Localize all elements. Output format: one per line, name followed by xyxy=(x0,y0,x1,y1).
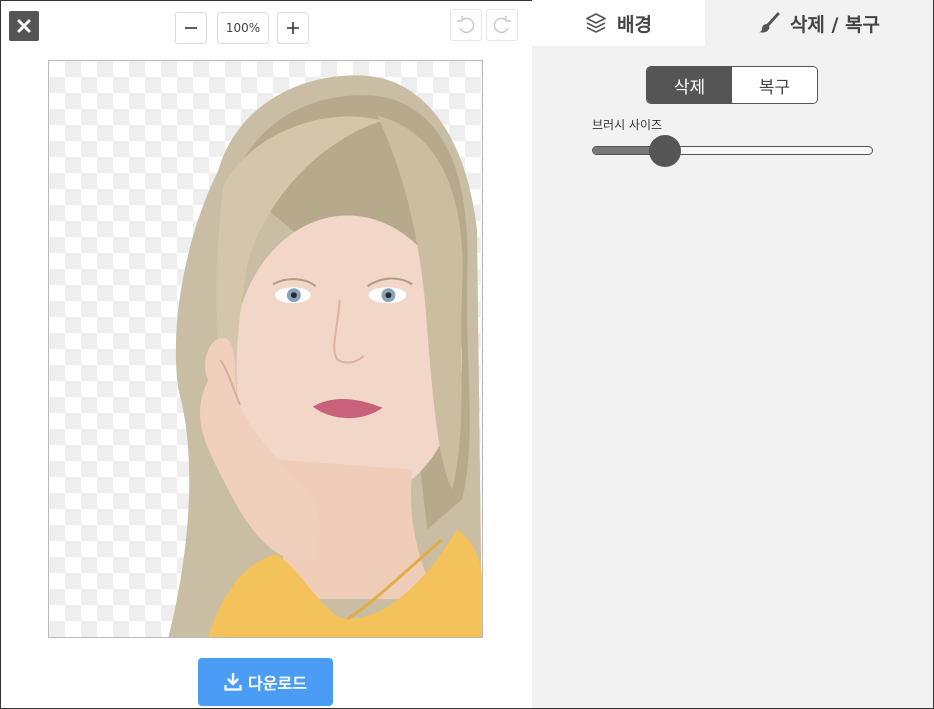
close-icon xyxy=(17,19,31,33)
settings-panel xyxy=(532,0,933,708)
zoom-out-button[interactable] xyxy=(175,12,207,44)
portrait-photo xyxy=(168,75,482,637)
zoom-level: 100% xyxy=(217,12,269,44)
brush-size-label: 브러시 사이즈 xyxy=(592,118,663,132)
tab-erase-restore-label: 삭제 / 복구 xyxy=(789,13,881,36)
plus-icon xyxy=(287,22,299,34)
redo-icon xyxy=(493,16,511,34)
tab-erase-restore[interactable]: 삭제 / 복구 xyxy=(705,0,933,46)
tab-background[interactable]: 배경 xyxy=(532,0,705,46)
undo-button[interactable] xyxy=(450,9,482,41)
mode-toggle: 삭제 복구 xyxy=(646,66,818,104)
download-button[interactable]: 다운로드 xyxy=(198,658,333,706)
mode-erase-button[interactable]: 삭제 xyxy=(647,67,732,103)
redo-button[interactable] xyxy=(486,9,518,41)
zoom-in-button[interactable] xyxy=(277,12,309,44)
mode-restore-button[interactable]: 복구 xyxy=(732,67,817,103)
close-button[interactable] xyxy=(9,11,39,41)
minus-icon xyxy=(185,27,197,29)
undo-icon xyxy=(457,16,475,34)
tab-background-label: 배경 xyxy=(617,13,652,36)
download-label: 다운로드 xyxy=(248,674,307,693)
brush-icon xyxy=(758,12,780,33)
slider-thumb[interactable] xyxy=(649,135,682,167)
layers-icon xyxy=(586,13,606,33)
brush-size-slider[interactable] xyxy=(592,146,873,155)
image-canvas[interactable] xyxy=(48,60,483,638)
download-icon xyxy=(224,673,242,691)
